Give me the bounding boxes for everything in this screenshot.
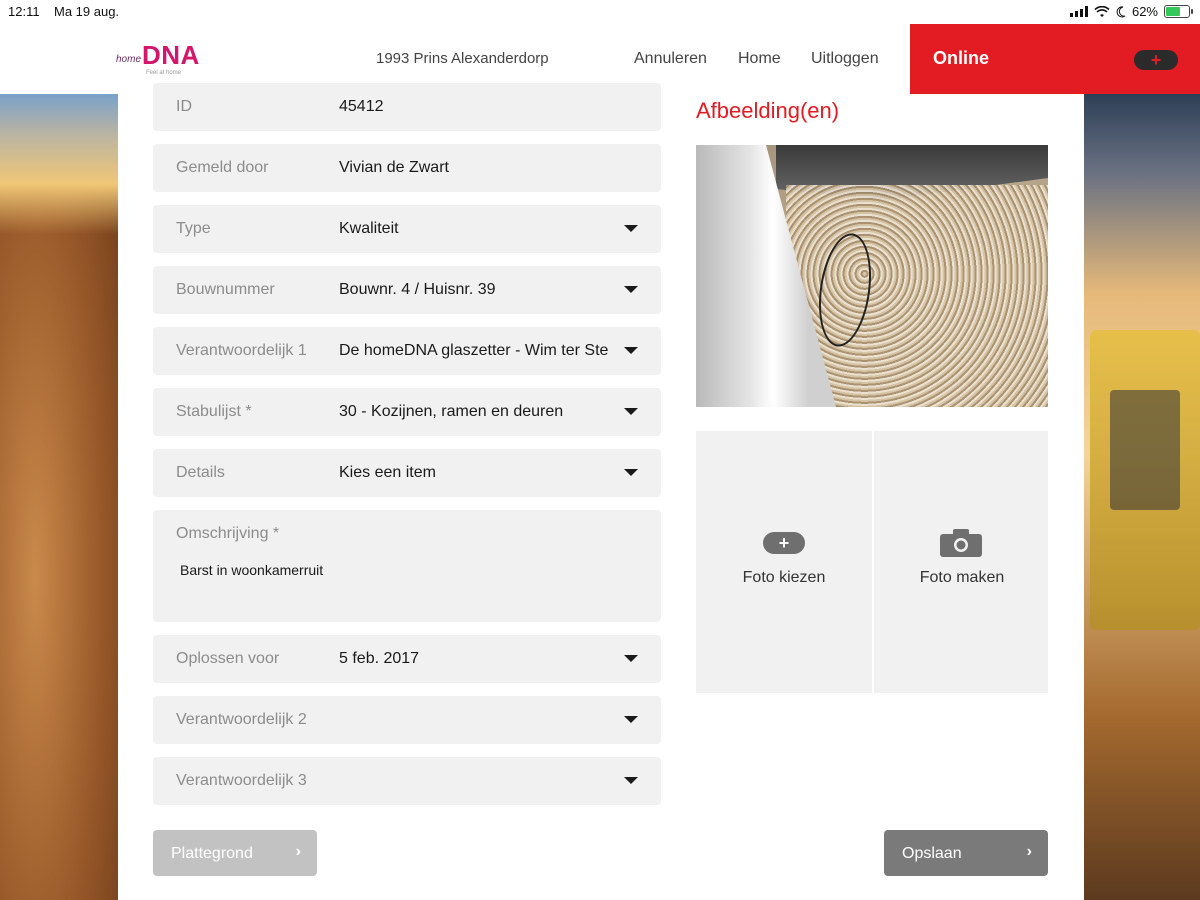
homedna-logo[interactable]: home DNA Feel at home [116,36,226,76]
caret-down-icon [624,777,638,784]
button-label: Plattegrond [171,845,253,862]
add-button[interactable]: + [1134,50,1178,70]
dropdown-details[interactable]: Details Kies een item [153,449,661,497]
caret-down-icon [624,716,638,723]
field-label: Omschrijving * [176,525,280,542]
status-bar: 12:11 Ma 19 aug. 62% [0,0,1200,24]
background-machine [1090,330,1200,630]
field-label: Verantwoordelijk 3 [176,772,307,789]
chevron-right-icon: › [1026,843,1032,860]
dropdown-value: 5 feb. 2017 [339,650,420,667]
wifi-icon [1094,5,1110,17]
photo-actions: + Foto kiezen Foto maken [696,431,1048,693]
foto-maken-label: Foto maken [919,569,1005,586]
dropdown-verantwoordelijk-3[interactable]: Verantwoordelijk 3 [153,757,661,805]
field-label: Gemeld door [176,159,269,176]
status-right: 62% [1069,4,1193,19]
dropdown-oplossen-voor[interactable]: Oplossen voor 5 feb. 2017 [153,635,661,683]
nav-uitloggen[interactable]: Uitloggen [811,50,879,68]
dropdown-value: Kies een item [339,464,436,481]
button-label: Opslaan [902,845,962,862]
caret-down-icon [624,655,638,662]
background-photo-left [0,94,118,900]
field-id: ID 45412 [153,83,661,131]
field-label: Verantwoordelijk 1 [176,342,307,359]
attached-photo[interactable] [696,145,1048,407]
dropdown-verantwoordelijk-1[interactable]: Verantwoordelijk 1 De homeDNA glaszetter… [153,327,661,375]
dropdown-type[interactable]: Type Kwaliteit [153,205,661,253]
chevron-right-icon: › [295,843,301,860]
images-title: Afbeelding(en) [696,98,840,123]
dropdown-value: De homeDNA glaszetter - Wim ter Ste [339,342,609,359]
plus-icon: + [763,532,805,554]
plattegrond-button[interactable]: Plattegrond › [153,830,317,876]
signal-icon [1069,6,1088,17]
nav-annuleren[interactable]: Annuleren [634,50,707,68]
logo-home-text: home [116,54,142,65]
moon-icon [1116,5,1126,17]
foto-kiezen-label: Foto kiezen [742,569,826,586]
dropdown-bouwnummer[interactable]: Bouwnummer Bouwnr. 4 / Huisnr. 39 [153,266,661,314]
field-label: Details [176,464,225,481]
project-name: 1993 Prins Alexanderdorp [376,50,549,67]
field-label: Stabulijst * [176,403,252,420]
field-label: Oplossen voor [176,650,280,667]
textarea-value: Barst in woonkamerruit [180,562,324,578]
online-status-label: Online [933,48,990,68]
dropdown-verantwoordelijk-2[interactable]: Verantwoordelijk 2 [153,696,661,744]
dropdown-value: Bouwnr. 4 / Huisnr. 39 [339,281,496,298]
status-date: Ma 19 aug. [54,4,120,19]
field-gemeld-door: Gemeld door Vivian de Zwart [153,144,661,192]
status-time: 12:11 [8,4,40,19]
caret-down-icon [624,347,638,354]
field-label: Bouwnummer [176,281,275,298]
opslaan-button[interactable]: Opslaan › [884,830,1048,876]
main-content: ID 45412 Gemeld door Vivian de Zwart Typ… [118,83,1084,900]
caret-down-icon [624,225,638,232]
nav-home[interactable]: Home [738,50,781,68]
foto-kiezen-button[interactable]: + Foto kiezen [696,431,872,693]
foto-maken-button[interactable]: Foto maken [874,431,1050,693]
field-value: Vivian de Zwart [339,159,449,176]
caret-down-icon [624,286,638,293]
caret-down-icon [624,469,638,476]
field-value: 45412 [339,98,384,115]
camera-icon [940,529,982,557]
logo-tagline: Feel at home [146,70,182,76]
battery-icon [1164,5,1193,18]
field-label: ID [176,98,192,115]
caret-down-icon [624,408,638,415]
dropdown-stabulijst[interactable]: Stabulijst * 30 - Kozijnen, ramen en deu… [153,388,661,436]
dropdown-value: 30 - Kozijnen, ramen en deuren [339,403,564,420]
dropdown-value: Kwaliteit [339,220,399,237]
logo-dna-text: DNA [142,40,200,70]
field-label: Type [176,220,211,237]
omschrijving-textarea[interactable]: Omschrijving * Barst in woonkamerruit [153,510,661,622]
field-label: Verantwoordelijk 2 [176,711,307,728]
battery-percent: 62% [1131,4,1158,19]
online-panel: Online + [910,24,1200,94]
